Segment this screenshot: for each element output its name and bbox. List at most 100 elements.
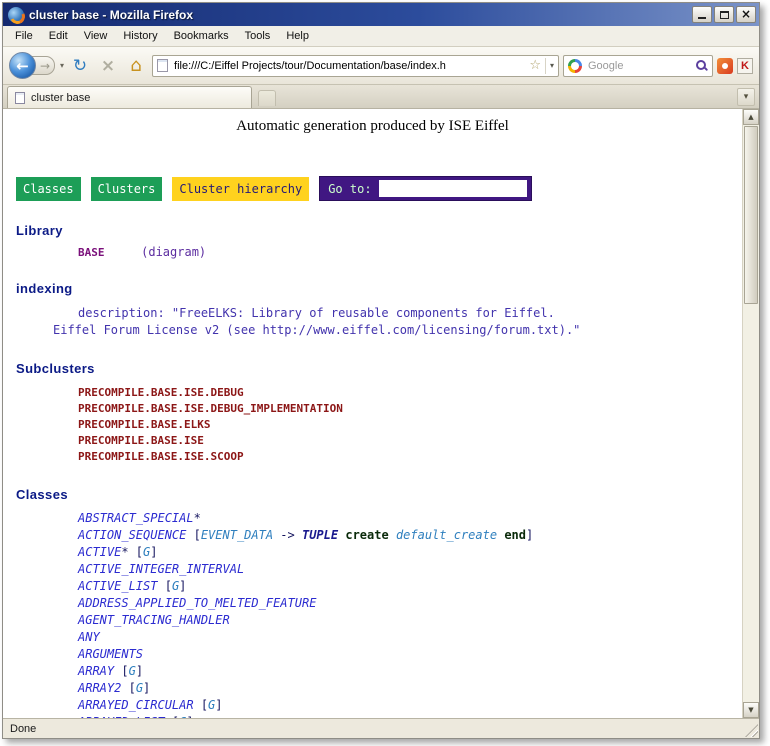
- class-code-segment: ]: [136, 664, 143, 678]
- class-list-item: ACTIVE_LIST [G]: [78, 578, 742, 595]
- scrollbar-track[interactable]: [743, 305, 759, 702]
- class-code-segment: ]: [143, 681, 150, 695]
- menu-help[interactable]: Help: [278, 27, 317, 45]
- google-icon[interactable]: [568, 59, 582, 73]
- goto-label: Go to:: [320, 182, 371, 196]
- class-list-item: ABSTRACT_SPECIAL*: [78, 510, 742, 527]
- subcluster-link[interactable]: PRECOMPILE.BASE.ISE.SCOOP: [78, 449, 742, 465]
- class-code-segment: create: [345, 528, 388, 542]
- class-code-segment: G: [136, 681, 143, 695]
- scrollbar-thumb[interactable]: [744, 126, 758, 304]
- back-button[interactable]: ←: [9, 52, 36, 79]
- class-list-item: ARRAY [G]: [78, 663, 742, 680]
- menu-bookmarks[interactable]: Bookmarks: [166, 27, 237, 45]
- class-list-item: ACTIVE* [G]: [78, 544, 742, 561]
- goto-input[interactable]: [379, 180, 527, 197]
- class-code-segment: ]: [150, 545, 157, 559]
- clusters-button[interactable]: Clusters: [91, 177, 163, 201]
- home-button[interactable]: ⌂: [124, 54, 148, 78]
- class-code-segment: end: [504, 528, 526, 542]
- classes-button[interactable]: Classes: [16, 177, 81, 201]
- subcluster-link[interactable]: PRECOMPILE.BASE.ISE.DEBUG_IMPLEMENTATION: [78, 401, 742, 417]
- cluster-hierarchy-button[interactable]: Cluster hierarchy: [172, 177, 309, 201]
- scroll-down-button[interactable]: ▼: [743, 702, 759, 718]
- menu-edit[interactable]: Edit: [41, 27, 76, 45]
- class-link[interactable]: ADDRESS_APPLIED_TO_MELTED_FEATURE: [78, 596, 316, 610]
- menu-view[interactable]: View: [76, 27, 116, 45]
- search-bar: [563, 55, 713, 77]
- close-button[interactable]: ×: [736, 6, 756, 23]
- class-list-item: ACTION_SEQUENCE [EVENT_DATA -> TUPLE cre…: [78, 527, 742, 544]
- class-link[interactable]: ARRAYED_CIRCULAR: [78, 698, 194, 712]
- menu-tools[interactable]: Tools: [237, 27, 279, 45]
- refresh-button[interactable]: ↻: [68, 54, 92, 78]
- library-name-link[interactable]: BASE: [78, 246, 105, 259]
- class-link[interactable]: ARRAY: [78, 664, 114, 678]
- generation-banner: Automatic generation produced by ISE Eif…: [3, 118, 742, 135]
- class-code-segment: [: [114, 664, 128, 678]
- addon-badge-icon[interactable]: [717, 58, 733, 74]
- status-bar: Done: [3, 718, 759, 738]
- library-heading: Library: [16, 223, 742, 238]
- menu-bar: FileEditViewHistoryBookmarksToolsHelp: [3, 26, 759, 47]
- diagram-link[interactable]: (diagram): [141, 245, 206, 259]
- class-link[interactable]: AGENT_TRACING_HANDLER: [78, 613, 230, 627]
- class-code-segment: default_create: [396, 528, 497, 542]
- class-link[interactable]: ARRAY2: [78, 681, 121, 695]
- class-list-item: ADDRESS_APPLIED_TO_MELTED_FEATURE: [78, 595, 742, 612]
- vertical-scrollbar[interactable]: ▲ ▼: [742, 109, 759, 718]
- firefox-icon: [8, 7, 24, 23]
- class-list-item: AGENT_TRACING_HANDLER: [78, 612, 742, 629]
- history-dropdown-icon[interactable]: ▾: [60, 61, 64, 70]
- url-dropdown-icon[interactable]: ▾: [545, 58, 554, 74]
- class-link[interactable]: ANY: [78, 630, 100, 644]
- tab-cluster-base[interactable]: cluster base: [7, 86, 252, 108]
- classes-list: ABSTRACT_SPECIAL*ACTION_SEQUENCE [EVENT_…: [3, 510, 742, 718]
- minimize-icon: [698, 16, 706, 19]
- class-code-segment: [: [157, 579, 171, 593]
- content-area: Automatic generation produced by ISE Eif…: [3, 109, 759, 718]
- class-code-segment: ]: [215, 698, 222, 712]
- url-input[interactable]: [172, 59, 525, 73]
- indexing-description-line1: description: "FreeELKS: Library of reusa…: [78, 305, 742, 322]
- bookmark-star-icon[interactable]: ☆: [529, 58, 541, 73]
- search-input[interactable]: [586, 59, 691, 73]
- subcluster-link[interactable]: PRECOMPILE.BASE.ISE.DEBUG: [78, 385, 742, 401]
- browser-window: cluster base - Mozilla Firefox × FileEdi…: [2, 2, 760, 739]
- subcluster-link[interactable]: PRECOMPILE.BASE.ISE: [78, 433, 742, 449]
- navigation-toolbar: ← → ▾ ↻ × ⌂ ☆ ▾ K: [3, 47, 759, 85]
- tab-bar: cluster base ▾: [3, 85, 759, 109]
- doc-nav-row: Classes Clusters Cluster hierarchy Go to…: [16, 176, 742, 201]
- class-list-item: ARGUMENTS: [78, 646, 742, 663]
- indexing-description-line2: Eiffel Forum License v2 (see http://www.…: [53, 322, 742, 339]
- resize-grip[interactable]: [745, 724, 758, 737]
- window-title: cluster base - Mozilla Firefox: [29, 8, 687, 22]
- search-magnifier-icon[interactable]: [695, 59, 708, 72]
- subcluster-link[interactable]: PRECOMPILE.BASE.ELKS: [78, 417, 742, 433]
- class-link[interactable]: ACTIVE_INTEGER_INTERVAL: [78, 562, 244, 576]
- class-link[interactable]: ABSTRACT_SPECIAL: [78, 511, 194, 525]
- classes-heading: Classes: [16, 487, 742, 502]
- class-code-segment: G: [129, 664, 136, 678]
- title-bar: cluster base - Mozilla Firefox ×: [3, 3, 759, 26]
- maximize-button[interactable]: [714, 6, 734, 23]
- class-link[interactable]: ACTIVE: [78, 545, 121, 559]
- list-all-tabs-button[interactable]: ▾: [737, 88, 755, 106]
- class-code-segment: * [: [121, 545, 143, 559]
- class-list-item: ACTIVE_INTEGER_INTERVAL: [78, 561, 742, 578]
- class-list-item: ARRAY2 [G]: [78, 680, 742, 697]
- minimize-button[interactable]: [692, 6, 712, 23]
- scroll-up-button[interactable]: ▲: [743, 109, 759, 125]
- class-link[interactable]: ACTIVE_LIST: [78, 579, 157, 593]
- addon-k-icon[interactable]: K: [737, 58, 753, 74]
- subclusters-heading: Subclusters: [16, 361, 742, 376]
- library-entry: BASE (diagram): [78, 245, 742, 259]
- menu-file[interactable]: File: [7, 27, 41, 45]
- class-link[interactable]: ACTION_SEQUENCE: [78, 528, 186, 542]
- goto-group: Go to:: [319, 176, 531, 201]
- class-list-item: ARRAYED_CIRCULAR [G]: [78, 697, 742, 714]
- class-code-segment: ->: [273, 528, 302, 542]
- class-link[interactable]: ARGUMENTS: [78, 647, 143, 661]
- stop-button[interactable]: ×: [96, 54, 120, 78]
- menu-history[interactable]: History: [115, 27, 165, 45]
